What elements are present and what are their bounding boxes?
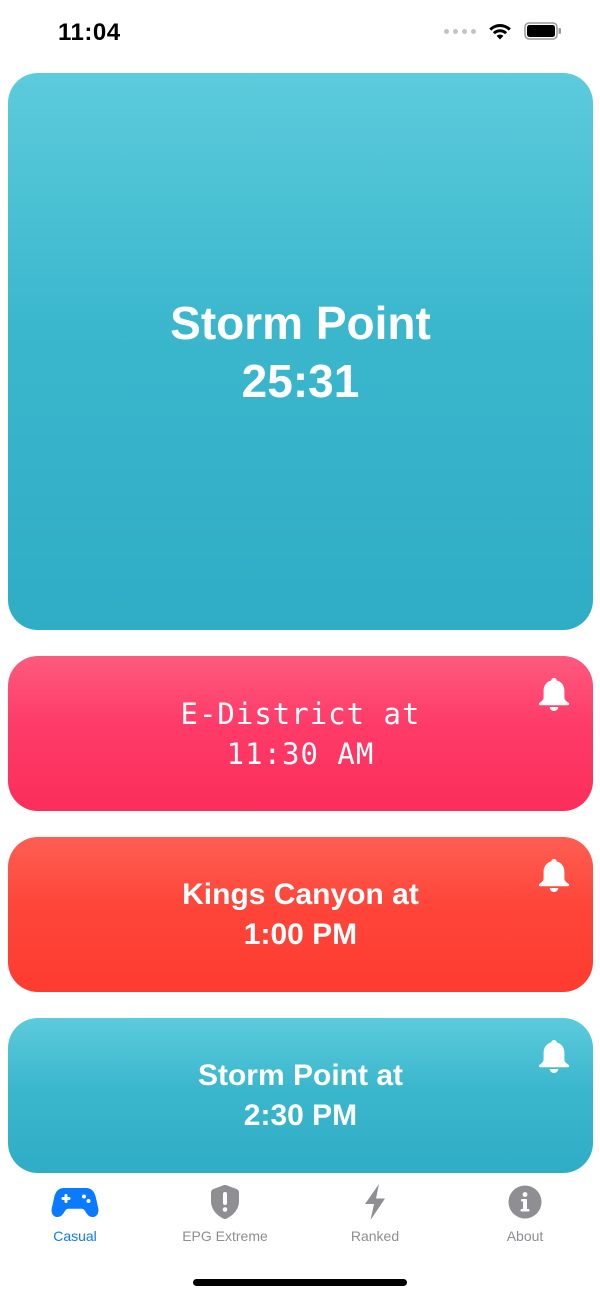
status-bar: 11:04 <box>0 0 600 66</box>
tab-label: Ranked <box>350 1228 400 1244</box>
tab-label: Casual <box>53 1228 97 1244</box>
upcoming-map-name: E-District at <box>180 696 421 731</box>
battery-icon <box>524 22 561 40</box>
tab-ranked[interactable]: Ranked <box>300 1182 450 1252</box>
status-icons <box>444 22 562 40</box>
tab-about[interactable]: About <box>450 1182 600 1252</box>
upcoming-map-time: 2:30 PM <box>243 1098 358 1132</box>
current-map-timer: 25:31 <box>241 354 360 407</box>
upcoming-map-time: 1:00 PM <box>243 917 358 951</box>
upcoming-map-card[interactable]: Storm Point at 2:30 PM <box>8 1018 593 1173</box>
status-time: 11:04 <box>58 19 121 46</box>
gamecontroller-icon <box>51 1182 99 1222</box>
upcoming-map-name: Storm Point at <box>197 1058 403 1092</box>
current-map-card[interactable]: Storm Point 25:31 <box>8 73 593 630</box>
bell-icon[interactable] <box>537 857 571 893</box>
tab-bar: Casual EPG Extreme Ranked About <box>0 1182 600 1262</box>
upcoming-map-card[interactable]: E-District at 11:30 AM <box>8 656 593 811</box>
home-indicator[interactable] <box>193 1279 407 1286</box>
bell-icon[interactable] <box>537 676 571 712</box>
upcoming-map-name: Kings Canyon at <box>182 877 419 911</box>
info-icon <box>501 1182 549 1222</box>
tab-casual[interactable]: Casual <box>0 1182 150 1252</box>
tab-epg-extreme[interactable]: EPG Extreme <box>150 1182 300 1252</box>
signal-icon <box>444 28 476 34</box>
wifi-icon <box>489 24 511 40</box>
upcoming-map-time: 11:30 AM <box>226 736 375 771</box>
current-map-name: Storm Point <box>170 296 431 349</box>
bolt-icon <box>351 1182 399 1222</box>
bell-icon[interactable] <box>537 1038 571 1074</box>
tab-label: EPG Extreme <box>182 1228 268 1244</box>
upcoming-map-card[interactable]: Kings Canyon at 1:00 PM <box>8 837 593 992</box>
shield-exclamation-icon <box>201 1182 249 1222</box>
tab-label: About <box>506 1228 544 1244</box>
app-screen: 11:04 Storm Point 25:31 E-District at 11… <box>0 0 600 1298</box>
